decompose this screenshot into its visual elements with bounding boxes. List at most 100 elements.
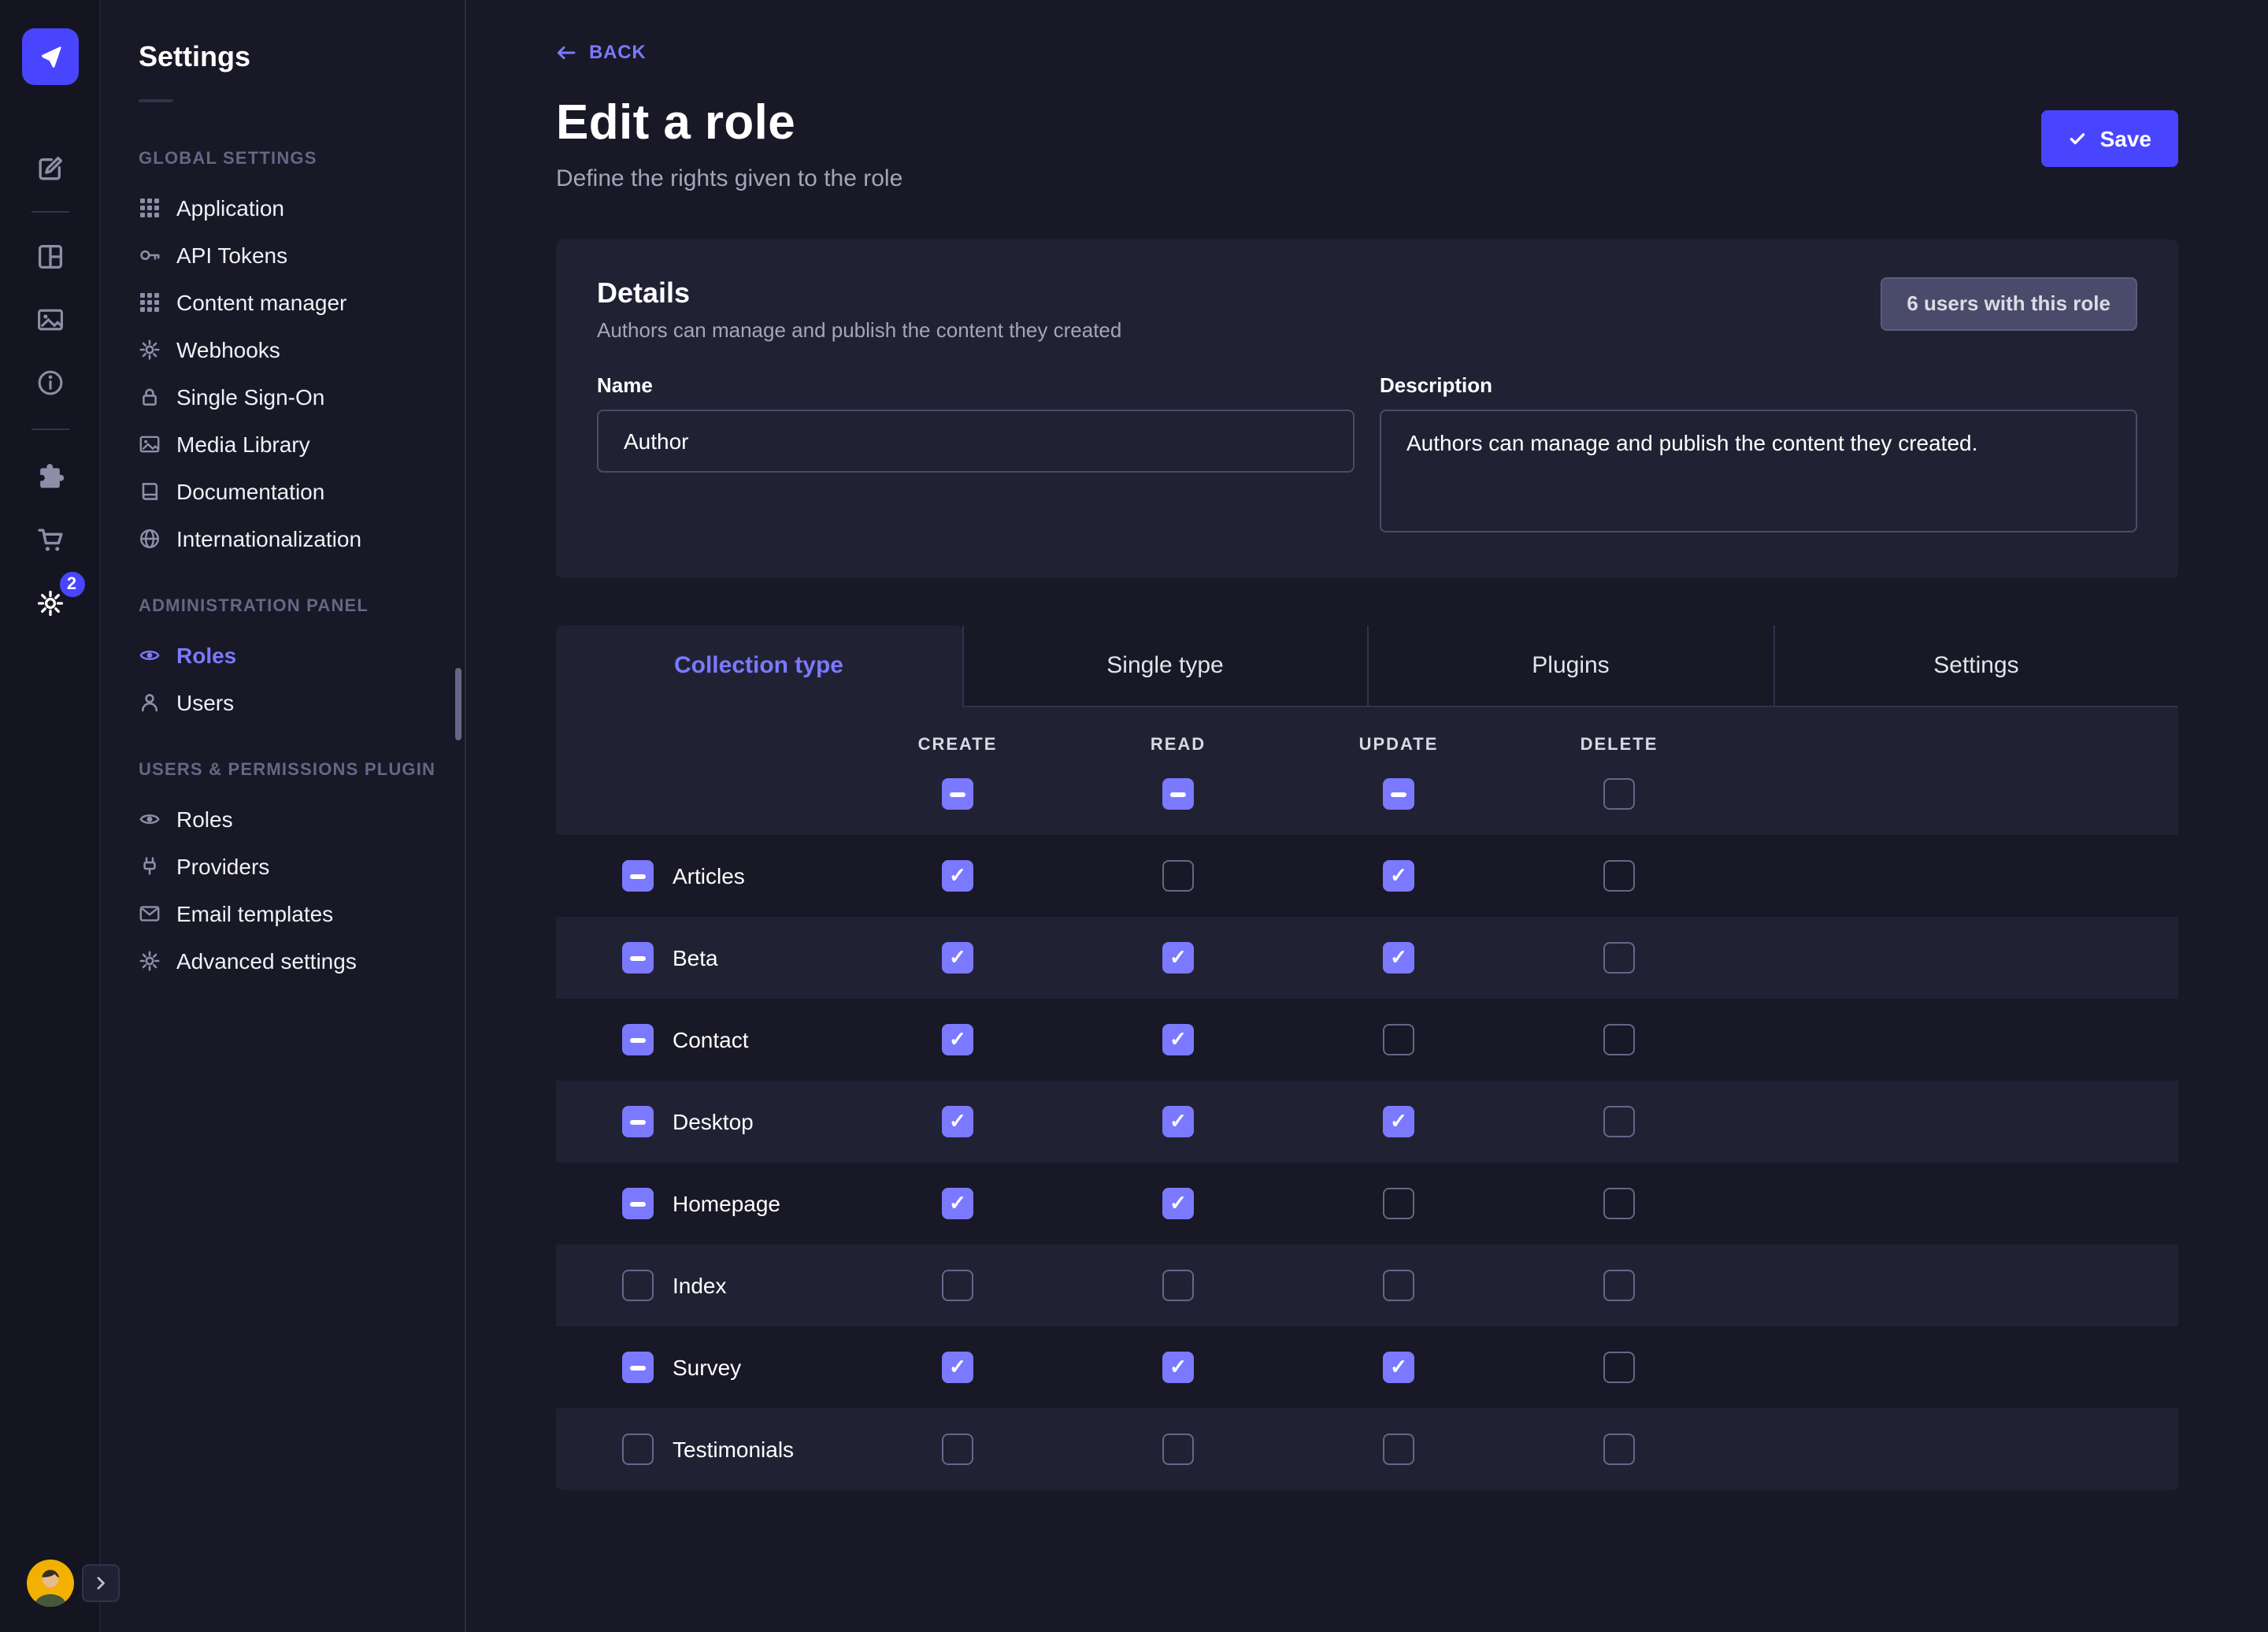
tab-settings[interactable]: Settings [1773,625,2178,707]
page-title: Edit a role [556,94,902,150]
role-description-textarea[interactable]: Authors can manage and publish the conte… [1380,409,2137,532]
read-checkbox[interactable] [1162,1433,1194,1464]
select-all-read-checkbox[interactable] [1162,777,1194,809]
select-all-create-checkbox[interactable] [942,777,973,809]
grid-icon [139,197,161,219]
row-select-checkbox[interactable] [622,1187,654,1218]
sidebar-item-roles-plugin[interactable]: Roles [101,796,465,843]
row-select-checkbox[interactable] [622,859,654,891]
update-checkbox[interactable] [1383,1187,1414,1218]
back-link[interactable]: BACK [556,41,647,63]
tab-single-type[interactable]: Single type [962,625,1367,707]
delete-checkbox[interactable] [1603,1187,1635,1218]
row-select-checkbox[interactable] [622,1023,654,1055]
update-checkbox[interactable] [1383,941,1414,973]
user-icon [139,692,161,714]
select-all-delete-checkbox[interactable] [1603,777,1635,809]
delete-checkbox[interactable] [1603,1351,1635,1382]
tab-plugins[interactable]: Plugins [1367,625,1773,707]
column-header-read: READ [1068,735,1288,754]
save-button[interactable]: Save [2042,109,2178,166]
select-all-update-checkbox[interactable] [1383,777,1414,809]
book-icon [139,480,161,503]
create-checkbox[interactable] [942,1269,973,1300]
row-select-checkbox[interactable] [622,1105,654,1137]
strapi-logo[interactable] [22,28,79,85]
user-avatar[interactable] [27,1560,74,1607]
users-with-role-button[interactable]: 6 users with this role [1880,276,2137,330]
permissions-card: CREATE READ UPDATE DELETE Articles [556,707,2178,1489]
create-checkbox[interactable] [942,859,973,891]
save-label: Save [2100,125,2151,150]
plugins-nav-button[interactable] [32,460,67,495]
sidebar-item-api-tokens[interactable]: API Tokens [101,232,465,279]
update-checkbox[interactable] [1383,1269,1414,1300]
page-header: Edit a role Define the rights given to t… [556,94,2178,191]
row-select-checkbox[interactable] [622,1269,654,1300]
sidebar-item-label: Content manager [176,290,346,315]
sidebar-item-label: Users [176,690,234,715]
marketplace-nav-button[interactable] [32,523,67,558]
create-checkbox[interactable] [942,1105,973,1137]
sidebar-item-providers[interactable]: Providers [101,843,465,890]
create-checkbox[interactable] [942,1351,973,1382]
read-checkbox[interactable] [1162,1187,1194,1218]
name-label: Name [597,373,1354,396]
update-checkbox[interactable] [1383,1351,1414,1382]
read-checkbox[interactable] [1162,941,1194,973]
create-checkbox[interactable] [942,1433,973,1464]
content-type-label: Homepage [673,1190,780,1215]
sidebar-item-roles-admin[interactable]: Roles [101,632,465,679]
sidebar-item-application[interactable]: Application [101,184,465,232]
create-checkbox[interactable] [942,1023,973,1055]
sidebar-item-label: Roles [176,807,233,832]
sidebar-item-content-manager[interactable]: Content manager [101,279,465,326]
main-content: BACK Edit a role Define the rights given… [466,0,2268,1632]
sidebar-item-advanced-settings[interactable]: Advanced settings [101,937,465,985]
content-type-builder-nav-button[interactable] [32,239,67,274]
media-library-nav-button[interactable] [32,302,67,337]
content-type-label: Articles [673,862,745,888]
content-manager-nav-button[interactable] [32,151,67,186]
read-checkbox[interactable] [1162,1269,1194,1300]
puzzle-icon [35,463,64,491]
update-checkbox[interactable] [1383,1433,1414,1464]
update-checkbox[interactable] [1383,859,1414,891]
row-select-checkbox[interactable] [622,1433,654,1464]
sidebar-item-webhooks[interactable]: Webhooks [101,326,465,373]
permission-row: Survey [556,1326,2178,1408]
read-checkbox[interactable] [1162,1023,1194,1055]
sidebar-item-internationalization[interactable]: Internationalization [101,515,465,562]
delete-checkbox[interactable] [1603,941,1635,973]
sidebar-item-media-library[interactable]: Media Library [101,421,465,468]
tab-collection-type[interactable]: Collection type [556,625,962,707]
row-select-checkbox[interactable] [622,1351,654,1382]
grid-icon [139,291,161,313]
sidebar-item-email-templates[interactable]: Email templates [101,890,465,937]
sidebar-item-users[interactable]: Users [101,679,465,726]
create-checkbox[interactable] [942,941,973,973]
role-name-input[interactable] [597,409,1354,472]
read-checkbox[interactable] [1162,859,1194,891]
info-icon [35,369,64,397]
details-card: Details Authors can manage and publish t… [556,239,2178,577]
update-checkbox[interactable] [1383,1105,1414,1137]
delete-checkbox[interactable] [1603,859,1635,891]
sidebar-item-single-sign-on[interactable]: Single Sign-On [101,373,465,421]
delete-checkbox[interactable] [1603,1105,1635,1137]
delete-checkbox[interactable] [1603,1023,1635,1055]
eye-icon [139,644,161,666]
settings-nav-button[interactable]: 2 [32,586,67,621]
update-checkbox[interactable] [1383,1023,1414,1055]
key-icon [139,244,161,266]
read-checkbox[interactable] [1162,1351,1194,1382]
row-select-checkbox[interactable] [622,941,654,973]
delete-checkbox[interactable] [1603,1269,1635,1300]
documentation-nav-button[interactable] [32,365,67,400]
expand-sidebar-button[interactable] [82,1564,120,1602]
read-checkbox[interactable] [1162,1105,1194,1137]
sidebar-item-documentation[interactable]: Documentation [101,468,465,515]
delete-checkbox[interactable] [1603,1433,1635,1464]
create-checkbox[interactable] [942,1187,973,1218]
sidebar-scrollbar[interactable] [455,668,461,740]
